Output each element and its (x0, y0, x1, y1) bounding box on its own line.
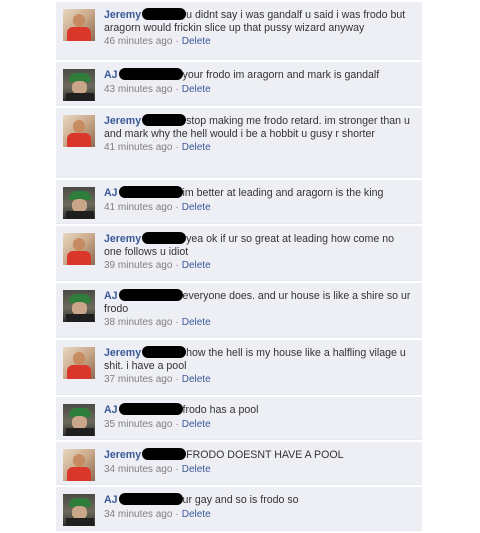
meta-separator: · (175, 508, 179, 520)
author-name[interactable]: AJ (104, 187, 118, 199)
timestamp[interactable]: 41 minutes ago (104, 202, 172, 213)
avatar[interactable] (63, 233, 95, 265)
author-name[interactable]: Jeremy (104, 233, 141, 245)
meta-separator: · (175, 142, 179, 154)
timestamp[interactable]: 41 minutes ago (104, 142, 172, 153)
comment: AJ im better at leading and aragorn is th… (56, 180, 422, 224)
avatar[interactable] (63, 494, 95, 526)
avatar[interactable] (63, 187, 95, 219)
comment-meta: 41 minutes ago · Delete (104, 201, 414, 214)
comment: Jeremy how the hell is my house like a ha… (56, 340, 422, 395)
comment: AJ everyone does. and ur house is like a … (56, 283, 422, 338)
author-name[interactable]: AJ (104, 290, 118, 302)
avatar[interactable] (63, 69, 95, 101)
avatar[interactable] (63, 347, 95, 379)
meta-separator: · (175, 317, 179, 329)
redaction-bar (142, 448, 187, 460)
redaction-bar (118, 186, 183, 198)
comment-meta: 37 minutes ago · Delete (104, 373, 414, 386)
author-name[interactable]: AJ (104, 69, 118, 81)
comment-meta: 41 minutes ago · Delete (104, 141, 414, 154)
meta-separator: · (175, 260, 179, 272)
meta-separator: · (175, 418, 179, 430)
delete-link[interactable]: Delete (182, 260, 211, 271)
comment: AJ your frodo im aragorn and mark is gand… (56, 62, 422, 106)
redaction-bar (142, 346, 187, 358)
redaction-bar (142, 114, 187, 126)
timestamp[interactable]: 34 minutes ago (104, 464, 172, 475)
delete-link[interactable]: Delete (182, 317, 211, 328)
comment-meta: 34 minutes ago · Delete (104, 508, 414, 521)
comment: Jeremy u didnt say i was gandalf u said i… (56, 2, 422, 60)
meta-separator: · (175, 463, 179, 475)
redaction-bar (142, 232, 187, 244)
timestamp[interactable]: 35 minutes ago (104, 419, 172, 430)
author-name[interactable]: Jeremy (104, 115, 141, 127)
author-name[interactable]: AJ (104, 494, 118, 506)
comment-text: im better at leading and aragorn is the … (182, 187, 384, 199)
author-name[interactable]: Jeremy (104, 347, 141, 359)
redaction-bar (118, 68, 183, 80)
meta-separator: · (175, 374, 179, 386)
delete-link[interactable]: Delete (182, 36, 211, 47)
delete-link[interactable]: Delete (182, 142, 211, 153)
comment-meta: 34 minutes ago · Delete (104, 463, 414, 476)
redaction-bar (118, 493, 183, 505)
comment: Jeremy yea ok if ur so great at leading h… (56, 226, 422, 281)
meta-separator: · (175, 83, 179, 95)
redaction-bar (118, 403, 183, 415)
comment-text: ur gay and so is frodo so (182, 494, 299, 506)
comment-meta: 39 minutes ago · Delete (104, 259, 414, 272)
comment: AJ frodo has a pool 35 minutes ago · Delete (56, 397, 422, 440)
delete-link[interactable]: Delete (182, 374, 211, 385)
comment-meta: 38 minutes ago · Delete (104, 316, 414, 329)
comment: AJ ur gay and so is frodo so 34 minutes ag… (56, 487, 422, 531)
author-name[interactable]: Jeremy (104, 9, 141, 21)
comment-text: your frodo im aragorn and mark is gandal… (182, 69, 380, 81)
avatar[interactable] (63, 449, 95, 481)
avatar[interactable] (63, 115, 95, 147)
delete-link[interactable]: Delete (182, 419, 211, 430)
comment-meta: 35 minutes ago · Delete (104, 418, 414, 431)
comment-text: FRODO DOESNT HAVE A POOL (186, 449, 344, 461)
redaction-bar (118, 289, 183, 301)
avatar[interactable] (63, 404, 95, 436)
timestamp[interactable]: 37 minutes ago (104, 374, 172, 385)
delete-link[interactable]: Delete (182, 464, 211, 475)
avatar[interactable] (63, 290, 95, 322)
comment-meta: 43 minutes ago · Delete (104, 83, 414, 96)
timestamp[interactable]: 43 minutes ago (104, 84, 172, 95)
comment-meta: 46 minutes ago · Delete (104, 35, 414, 48)
timestamp[interactable]: 34 minutes ago (104, 509, 172, 520)
avatar[interactable] (63, 9, 95, 41)
timestamp[interactable]: 46 minutes ago (104, 36, 172, 47)
delete-link[interactable]: Delete (182, 84, 211, 95)
redaction-bar (142, 8, 187, 20)
meta-separator: · (175, 36, 179, 48)
timestamp[interactable]: 38 minutes ago (104, 317, 172, 328)
delete-link[interactable]: Delete (182, 202, 211, 213)
meta-separator: · (175, 201, 179, 213)
comment: Jeremy stop making me frodo retard. im st… (56, 108, 422, 178)
comment: Jeremy FRODO DOESNT HAVE A POOL 34 minutes… (56, 442, 422, 485)
author-name[interactable]: Jeremy (104, 449, 141, 461)
comment-thread: Jeremy u didnt say i was gandalf u said i… (56, 2, 422, 533)
author-name[interactable]: AJ (104, 404, 118, 416)
timestamp[interactable]: 39 minutes ago (104, 260, 172, 271)
delete-link[interactable]: Delete (182, 509, 211, 520)
comment-text: frodo has a pool (182, 404, 259, 416)
